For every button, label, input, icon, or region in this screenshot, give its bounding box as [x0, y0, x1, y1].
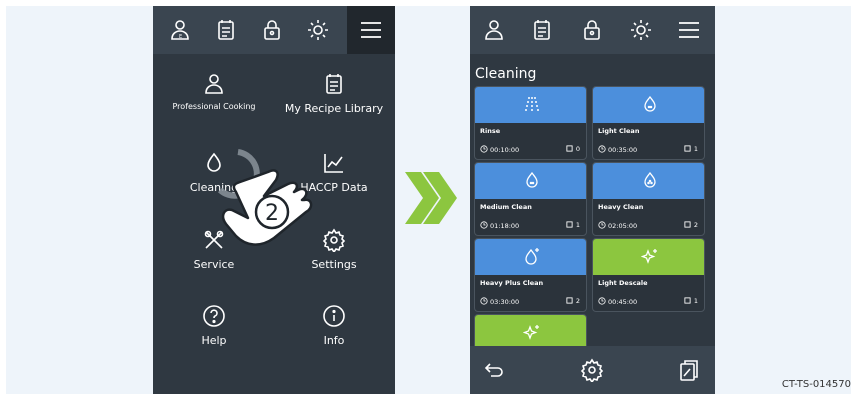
tablet-icon	[566, 145, 573, 152]
program-duration: 00:45:00	[598, 297, 637, 306]
tablet-icon	[566, 297, 573, 304]
program-count: 2	[684, 221, 698, 229]
gear-icon[interactable]	[580, 358, 604, 382]
program-name: Light Clean	[598, 127, 640, 135]
bottom-bar	[470, 346, 715, 394]
program-name: Medium Clean	[480, 203, 532, 211]
chef-icon[interactable]	[482, 18, 506, 42]
program-duration: 00:35:00	[598, 145, 637, 154]
program-card-heavy-plus-clean[interactable]: Heavy Plus Clean 03:30:00 2	[474, 238, 587, 312]
program-name: Heavy Clean	[598, 203, 644, 211]
menu-label: Help	[201, 334, 227, 347]
program-card-medium-clean[interactable]: Medium Clean 01:18:00 1	[474, 162, 587, 236]
tablet-icon	[684, 221, 691, 228]
rinse-icon	[525, 97, 539, 111]
drop-plus-icon	[525, 248, 539, 265]
brightness-icon[interactable]	[629, 18, 653, 42]
hamburger-icon[interactable]	[677, 18, 701, 42]
lock-icon[interactable]	[260, 18, 284, 42]
program-count: 1	[684, 297, 698, 305]
tablet-icon	[684, 145, 691, 152]
cleaning-screen: Cleaning Rinse 00:10:00 0 Light Clean 00…	[470, 6, 715, 394]
menu-label: Professional Cooking	[172, 102, 256, 111]
figure-code: CT-TS-014570	[781, 379, 851, 390]
chef-icon[interactable]: E	[168, 18, 192, 42]
drop-icon	[644, 95, 656, 112]
program-duration: 03:30:00	[480, 297, 519, 306]
brightness-icon[interactable]	[306, 18, 330, 42]
program-name: Light Descale	[598, 279, 648, 287]
tablet-icon	[684, 297, 691, 304]
program-count: 2	[566, 297, 580, 305]
recipe-book-icon[interactable]	[214, 18, 238, 42]
recipe-book-icon	[322, 72, 346, 96]
menu-label: My Recipe Library	[284, 102, 384, 115]
menu-item-my-recipe-library[interactable]: My Recipe Library	[274, 72, 394, 115]
step-badge: 2	[265, 201, 279, 226]
program-name: Heavy Plus Clean	[480, 279, 544, 287]
drop-icon	[526, 171, 538, 188]
help-icon	[202, 304, 226, 328]
tap-hand-icon: 2	[217, 149, 313, 246]
info-icon	[322, 304, 346, 328]
menu-label: Service	[193, 258, 235, 271]
clock-icon	[598, 145, 606, 153]
chef-icon	[202, 72, 226, 96]
clock-icon	[480, 221, 488, 229]
tablet-pages-icon[interactable]	[677, 358, 701, 382]
program-count: 1	[566, 221, 580, 229]
menu-item-professional-cooking[interactable]: Professional Cooking	[154, 72, 274, 111]
program-card-light-descale[interactable]: Light Descale 00:45:00 1	[592, 238, 705, 312]
top-bar	[470, 6, 715, 54]
program-duration: 01:18:00	[480, 221, 519, 230]
tablet-icon	[566, 221, 573, 228]
program-card-heavy-clean[interactable]: Heavy Clean 02:05:00 2	[592, 162, 705, 236]
program-name: Rinse	[480, 127, 501, 135]
sparkle-icon	[523, 325, 539, 340]
menu-item-info[interactable]: Info	[274, 304, 394, 347]
drop-icon	[644, 171, 656, 188]
page-title: Cleaning	[475, 66, 537, 82]
clock-icon	[598, 221, 606, 229]
program-card-rinse[interactable]: Rinse 00:10:00 0	[474, 86, 587, 160]
menu-label: Info	[323, 334, 345, 347]
program-duration: 00:10:00	[480, 145, 519, 154]
program-duration: 02:05:00	[598, 221, 637, 230]
program-count: 1	[684, 145, 698, 153]
menu-button[interactable]	[347, 6, 395, 54]
sparkle-icon	[641, 249, 657, 264]
recipe-book-icon[interactable]	[530, 18, 554, 42]
top-bar: E	[153, 6, 395, 54]
clock-icon	[480, 297, 488, 305]
clock-icon	[598, 297, 606, 305]
back-icon[interactable]	[482, 358, 506, 382]
clock-icon	[480, 145, 488, 153]
svg-text:E: E	[179, 34, 182, 40]
program-card-light-clean[interactable]: Light Clean 00:35:00 1	[592, 86, 705, 160]
lock-icon[interactable]	[580, 18, 604, 42]
program-count: 0	[566, 145, 580, 153]
menu-label: Settings	[311, 258, 357, 271]
hamburger-icon	[361, 22, 381, 38]
menu-item-help[interactable]: Help	[154, 304, 274, 347]
double-chevron-arrow-icon	[405, 172, 457, 224]
